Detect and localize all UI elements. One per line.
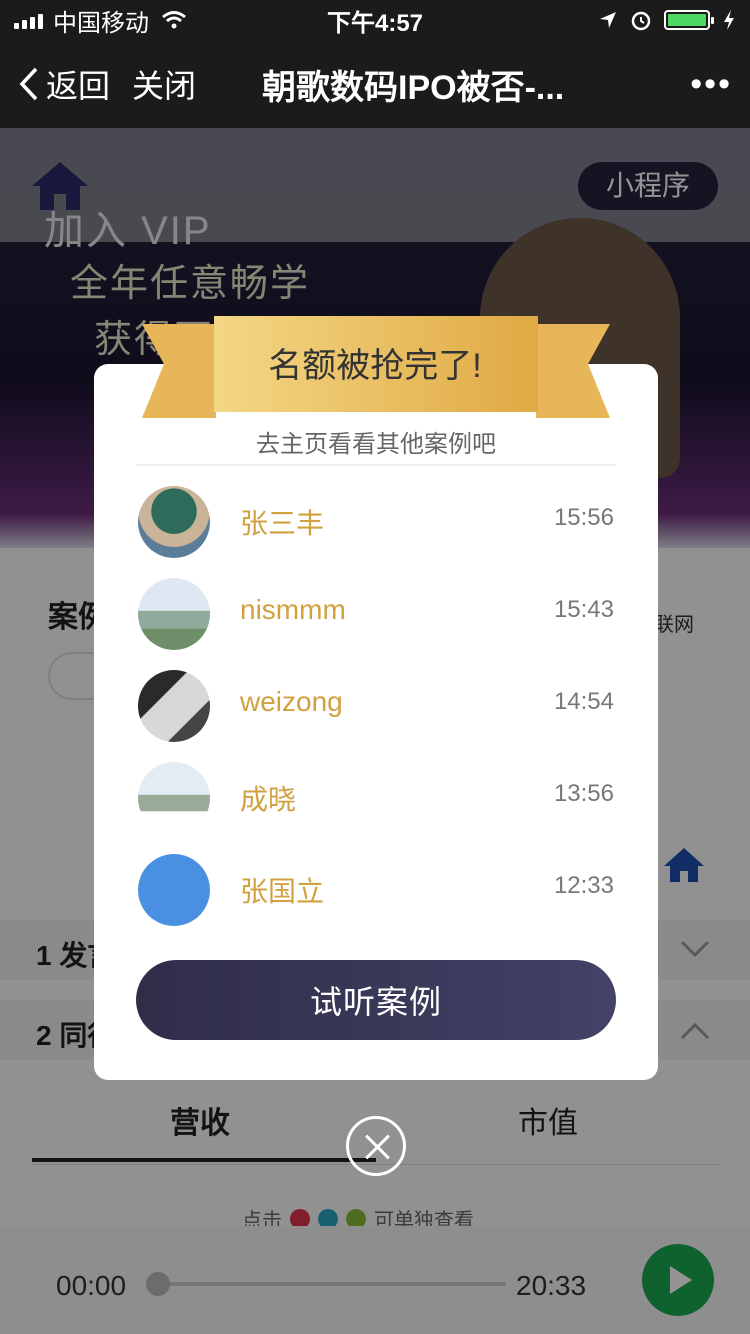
battery-icon [664,10,714,30]
user-name: nismmm [240,594,346,625]
avatar [138,578,210,650]
close-link[interactable]: 关闭 [132,61,196,107]
signal-icon [14,11,43,29]
close-modal-button[interactable] [346,1116,406,1176]
alarm-icon [631,11,651,31]
user-list: 张三丰 15:56 nismmm 15:43 weizong 14:54 成晓 … [94,484,658,944]
avatar [138,670,210,742]
user-name: 成晓 [240,784,297,815]
user-time: 13:56 [553,780,614,807]
modal-title: 名额被抢完了! [268,347,482,385]
user-name: 张国立 [240,876,325,907]
status-bar: 中国移动 下午4:57 [0,0,750,40]
wifi-icon [162,11,186,29]
list-item[interactable]: 成晓 13:56 [94,760,658,852]
nav-bar: 返回 关闭 朝歌数码IPO被否-... ••• [0,40,750,128]
chevron-left-icon [19,67,38,101]
avatar [138,762,210,834]
avatar [138,486,210,558]
charging-icon [724,10,734,30]
carrier-label: 中国移动 [53,9,149,37]
avatar [138,854,210,926]
list-item[interactable]: weizong 14:54 [94,668,658,760]
list-item[interactable]: nismmm 15:43 [94,576,658,668]
more-icon[interactable]: ••• [690,65,732,104]
page-title: 朝歌数码IPO被否-... [262,68,565,107]
user-time: 12:33 [553,872,614,899]
user-name: weizong [240,686,343,717]
user-time: 15:43 [553,596,614,623]
quota-full-modal: 去主页看看其他案例吧 张三丰 15:56 nismmm 15:43 weizon… [94,364,658,1080]
location-arrow-icon [600,12,616,28]
user-time: 14:54 [553,688,614,715]
list-item[interactable]: 张国立 12:33 [94,852,658,944]
user-name: 张三丰 [240,508,325,539]
back-button[interactable]: 返回 [18,61,110,107]
list-item[interactable]: 张三丰 15:56 [94,484,658,576]
clock: 下午4:57 [326,9,424,37]
back-label: 返回 [46,68,111,104]
modal-subtitle: 去主页看看其他案例吧 [256,431,496,458]
user-time: 15:56 [553,504,614,531]
trial-case-button[interactable]: 试听案例 [136,960,616,1040]
